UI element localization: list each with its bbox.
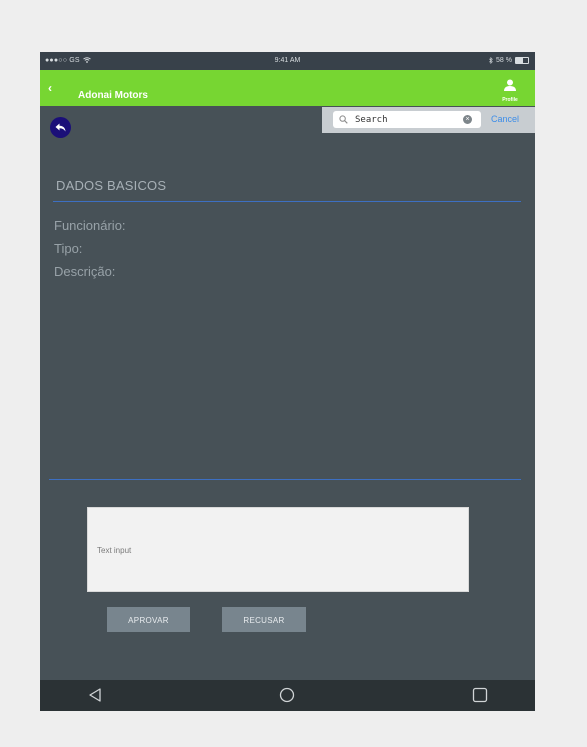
android-nav-bar <box>40 680 535 711</box>
triangle-back-icon[interactable] <box>87 687 103 703</box>
bluetooth-icon <box>489 57 493 64</box>
app-bar: ‹ Adonai Motors Profile <box>40 70 535 106</box>
section-title: DADOS BASICOS <box>56 178 167 193</box>
search-cancel-button[interactable]: Cancel <box>491 114 519 124</box>
comment-input-container <box>87 507 469 592</box>
app-title: Adonai Motors <box>78 90 148 101</box>
profile-label: Profile <box>502 97 518 103</box>
chevron-left-icon[interactable]: ‹ <box>48 81 52 95</box>
field-label-tipo: Tipo: <box>54 241 83 256</box>
section-divider-bottom <box>49 479 521 480</box>
section-divider-top <box>53 201 521 202</box>
comment-text-input[interactable] <box>97 546 457 562</box>
search-bar: × Cancel <box>322 107 535 133</box>
circle-home-icon[interactable] <box>278 687 296 703</box>
approve-button[interactable]: APROVAR <box>107 607 190 632</box>
search-icon <box>339 115 348 124</box>
device-screen: ●●●○○ GS 9:41 AM 58 % ‹ Adonai Motors Pr… <box>40 52 535 711</box>
search-input[interactable] <box>355 113 459 126</box>
reject-button[interactable]: RECUSAR <box>222 607 306 632</box>
field-label-descricao: Descrição: <box>54 264 116 279</box>
clear-circle-icon[interactable]: × <box>463 115 472 124</box>
square-recents-icon[interactable] <box>472 687 488 703</box>
battery-percent: 58 % <box>496 57 512 64</box>
field-label-funcionario: Funcionário: <box>54 218 126 233</box>
reply-arrow-icon <box>55 123 66 132</box>
status-right-group: 58 % <box>489 57 529 64</box>
status-time: 9:41 AM <box>274 57 301 64</box>
person-icon <box>504 79 516 91</box>
profile-button[interactable]: Profile <box>499 78 521 103</box>
battery-icon <box>515 57 529 64</box>
search-box: × <box>333 111 481 128</box>
back-fab-button[interactable] <box>50 117 71 138</box>
status-bar: ●●●○○ GS 9:41 AM 58 % <box>40 52 535 70</box>
